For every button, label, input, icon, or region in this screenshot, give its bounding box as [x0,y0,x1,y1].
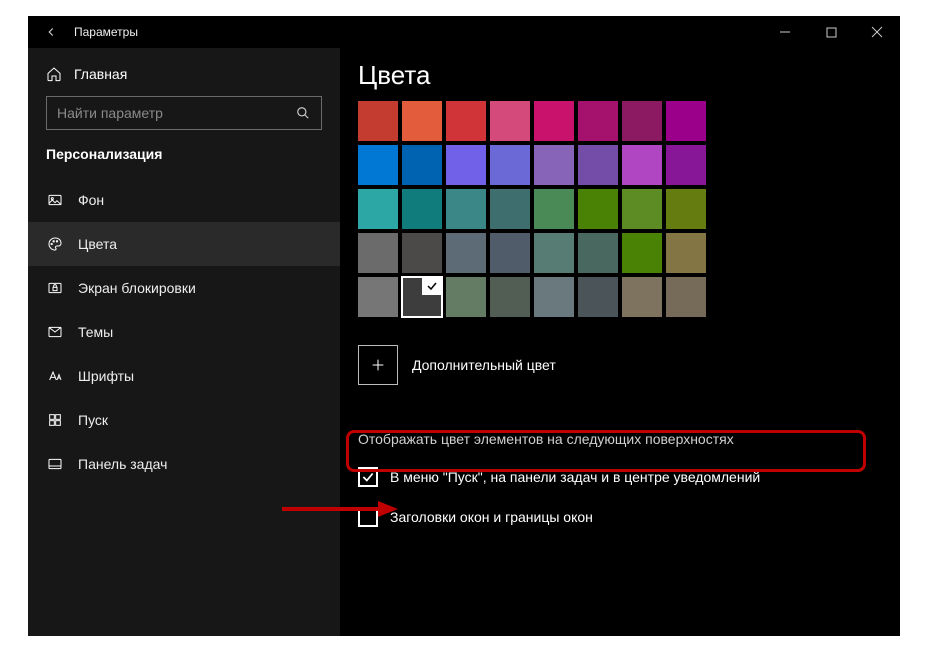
color-swatch[interactable] [490,101,530,141]
sidebar-item-0[interactable]: Фон [28,178,340,222]
search-field[interactable] [46,96,322,130]
sidebar-item-2[interactable]: Экран блокировки [28,266,340,310]
fonts-icon [46,367,64,385]
taskbar-icon [46,455,64,473]
checkbox[interactable] [358,507,378,527]
search-input[interactable] [47,97,285,129]
checkbox[interactable] [358,467,378,487]
color-swatch[interactable] [446,101,486,141]
color-swatch[interactable] [490,189,530,229]
lock-icon [46,279,64,297]
add-custom-color-label: Дополнительный цвет [412,357,556,373]
color-swatch[interactable] [666,277,706,317]
minimize-icon [779,26,791,38]
back-button[interactable] [28,16,74,48]
color-swatch[interactable] [358,233,398,273]
color-swatch[interactable] [622,233,662,273]
sidebar-item-6[interactable]: Панель задач [28,442,340,486]
main-pane: Цвета Дополнительный цвет Отображать цве… [340,48,900,636]
arrow-left-icon [44,25,58,39]
themes-icon [46,323,64,341]
checkbox-label: Заголовки окон и границы окон [390,509,593,525]
maximize-icon [826,27,837,38]
sidebar-item-3[interactable]: Темы [28,310,340,354]
sidebar-item-label: Пуск [78,412,108,428]
sidebar-item-label: Шрифты [78,368,134,384]
plus-icon [370,357,386,373]
sidebar-item-label: Панель задач [78,456,167,472]
color-grid [358,101,882,317]
color-swatch[interactable] [666,233,706,273]
color-swatch[interactable] [402,145,442,185]
check-icon [361,470,375,484]
color-swatch[interactable] [578,101,618,141]
color-swatch[interactable] [622,277,662,317]
color-swatch[interactable] [622,101,662,141]
color-swatch[interactable] [666,101,706,141]
color-swatch[interactable] [490,145,530,185]
color-swatch[interactable] [358,145,398,185]
start-icon [46,411,64,429]
color-swatch[interactable] [534,189,574,229]
close-icon [871,26,883,38]
section-personalization: Персонализация [28,144,340,178]
page-title: Цвета [358,60,882,91]
color-swatch[interactable] [666,145,706,185]
color-swatch[interactable] [402,233,442,273]
color-swatch[interactable] [358,277,398,317]
checkbox-row-1: Заголовки окон и границы окон [358,497,882,537]
color-swatch[interactable] [622,145,662,185]
color-swatch[interactable] [578,277,618,317]
home-button[interactable]: Главная [28,60,340,92]
color-swatch[interactable] [358,189,398,229]
sidebar-item-label: Экран блокировки [78,280,196,296]
color-swatch[interactable] [578,233,618,273]
color-swatch[interactable] [534,101,574,141]
checkbox-label: В меню "Пуск", на панели задач и в центр… [390,469,760,485]
sidebar-item-label: Фон [78,192,104,208]
color-swatch[interactable] [622,189,662,229]
color-swatch[interactable] [402,101,442,141]
titlebar: Параметры [28,16,900,48]
color-swatch[interactable] [534,233,574,273]
color-swatch[interactable] [666,189,706,229]
color-swatch[interactable] [534,277,574,317]
color-swatch[interactable] [446,189,486,229]
color-swatch[interactable] [402,189,442,229]
color-swatch[interactable] [358,101,398,141]
maximize-button[interactable] [808,16,854,48]
sidebar-item-label: Цвета [78,236,117,252]
sidebar-item-4[interactable]: Шрифты [28,354,340,398]
close-button[interactable] [854,16,900,48]
color-swatch[interactable] [446,277,486,317]
checkbox-row-0: В меню "Пуск", на панели задач и в центр… [358,457,882,497]
color-swatch[interactable] [490,233,530,273]
image-icon [46,191,64,209]
add-custom-color-button[interactable] [358,345,398,385]
color-swatch[interactable] [446,233,486,273]
home-icon [46,66,62,82]
search-icon [285,106,321,120]
palette-icon [46,235,64,253]
sidebar: Главная Персонализация Фон Цвета Экран бло… [28,48,340,636]
color-swatch[interactable] [578,189,618,229]
color-swatch[interactable] [578,145,618,185]
home-label: Главная [74,66,127,82]
color-swatch[interactable] [490,277,530,317]
color-swatch[interactable] [534,145,574,185]
color-swatch[interactable] [402,277,442,317]
sidebar-item-5[interactable]: Пуск [28,398,340,442]
settings-window: Параметры Главная Персонализация ФонЦ [28,16,900,636]
sidebar-item-1[interactable]: Цвета [28,222,340,266]
color-swatch[interactable] [446,145,486,185]
sidebar-item-label: Темы [78,324,113,340]
window-title: Параметры [74,25,138,39]
check-icon [422,277,442,295]
minimize-button[interactable] [762,16,808,48]
surfaces-heading: Отображать цвет элементов на следующих п… [358,431,882,447]
